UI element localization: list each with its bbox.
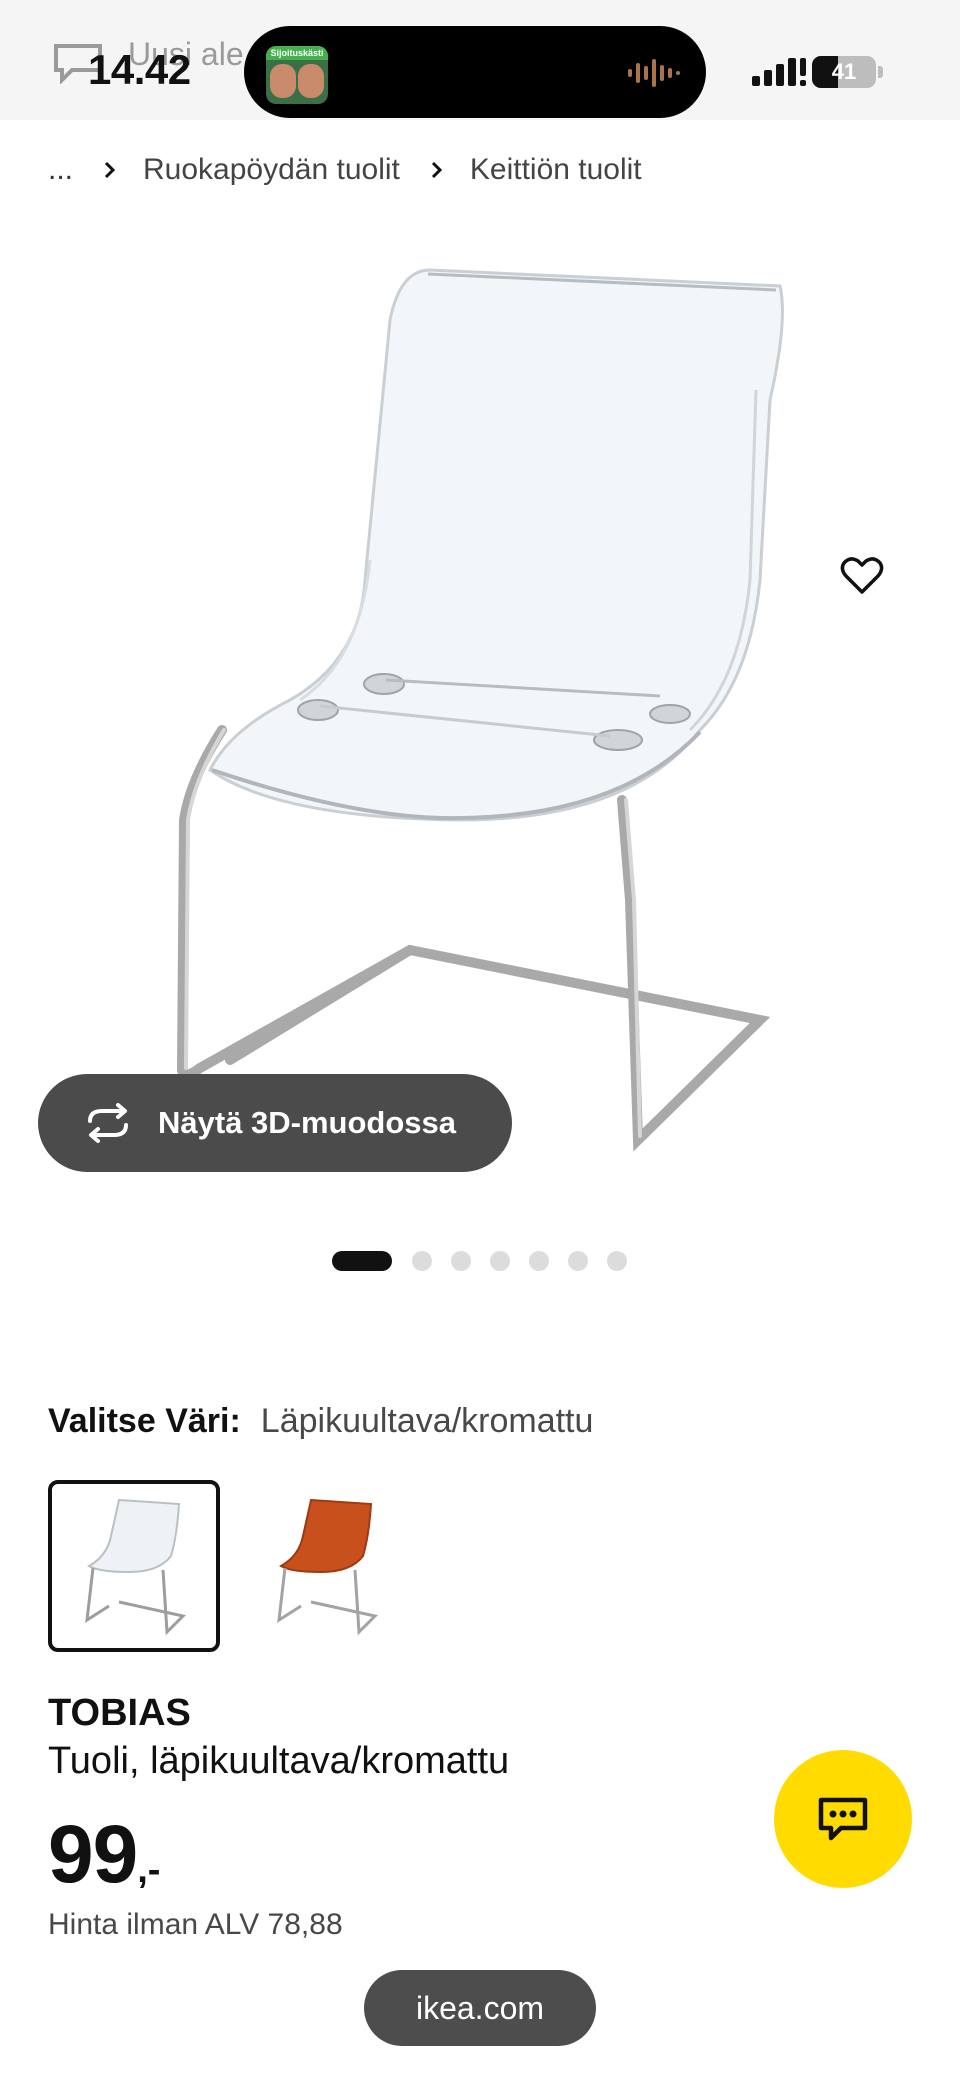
battery-indicator: 41 [812, 56, 876, 88]
carousel-dot[interactable] [490, 1251, 510, 1271]
status-bar: Uusi ale 14.42 Sijoituskästi 41 [0, 0, 960, 120]
chat-support-button[interactable] [774, 1750, 912, 1888]
heart-icon [840, 557, 884, 594]
color-selector-label: Valitse Väri: [48, 1402, 241, 1440]
chat-icon [818, 1797, 868, 1841]
breadcrumb: ... Ruokapöydän tuolit Keittiön tuolit [48, 150, 642, 190]
price-without-vat: Hinta ilman ALV 78,88 [48, 1908, 343, 1941]
artwork-person-left [270, 64, 296, 98]
carousel-pagination [332, 1250, 646, 1272]
swatch-orange-chrome[interactable] [240, 1480, 412, 1652]
audio-waveform-icon [628, 59, 680, 87]
product-price: 99 ,- [48, 1808, 160, 1902]
swatch-transparent-chrome[interactable] [48, 1480, 220, 1652]
view-in-3d-button[interactable]: Näytä 3D-muodossa [38, 1074, 512, 1172]
carousel-dot[interactable] [529, 1251, 549, 1271]
chevron-right-icon [104, 161, 116, 179]
chevron-right-icon [431, 161, 442, 179]
battery-tip [878, 66, 883, 78]
view-in-3d-label: Näytä 3D-muodossa [158, 1105, 457, 1140]
now-playing-artwork: Sijoituskästi [266, 46, 328, 104]
product-description: Tuoli, läpikuultava/kromattu [48, 1740, 510, 1782]
color-selector-value: Läpikuultava/kromattu [260, 1402, 594, 1440]
rotate-3d-icon [88, 1103, 128, 1143]
browser-url-pill[interactable]: ikea.com [364, 1970, 596, 2046]
battery-percentage: 41 [831, 59, 857, 84]
status-time: 14.42 [88, 46, 191, 93]
cellular-signal-icon [752, 58, 806, 86]
dynamic-island[interactable]: Sijoituskästi [244, 26, 706, 118]
color-swatches [48, 1480, 432, 1652]
favorite-button[interactable] [834, 548, 890, 604]
color-selector-header: Valitse Väri: Läpikuultava/kromattu [48, 1402, 593, 1441]
product-image-carousel[interactable] [0, 230, 960, 1210]
breadcrumb-ellipsis[interactable]: ... [48, 153, 73, 187]
carousel-dot[interactable] [332, 1251, 392, 1271]
now-playing-badge-label: Sijoituskästi [266, 46, 328, 60]
carousel-dot[interactable] [568, 1251, 588, 1271]
artwork-person-right [298, 64, 324, 98]
carousel-dot[interactable] [412, 1251, 432, 1271]
price-suffix: ,- [137, 1849, 161, 1891]
carousel-dot[interactable] [607, 1251, 627, 1271]
product-name: TOBIAS [48, 1692, 191, 1734]
breadcrumb-dining-chairs[interactable]: Ruokapöydän tuolit [143, 153, 400, 187]
price-integer: 99 [48, 1809, 138, 1900]
chair-thumbnail-orange [277, 1498, 379, 1636]
chair-thumbnail-transparent [85, 1498, 187, 1636]
breadcrumb-kitchen-chairs[interactable]: Keittiön tuolit [470, 153, 642, 187]
carousel-dot[interactable] [451, 1251, 471, 1271]
